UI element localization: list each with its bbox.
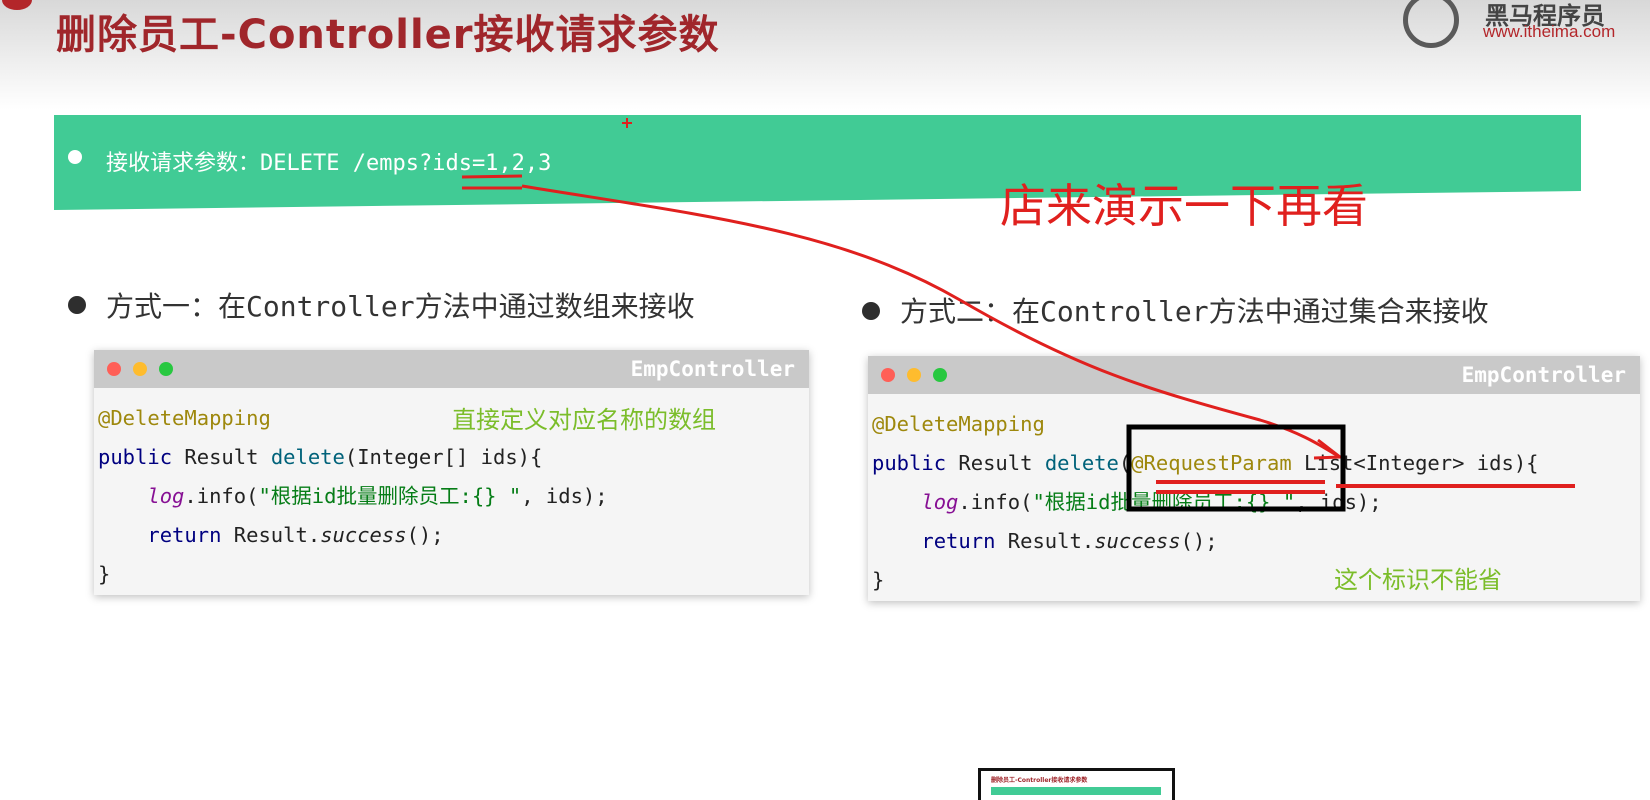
slide-thumbnail[interactable]: 删除员工-Controller接收请求参数 [978, 768, 1175, 800]
thumbnail-banner [991, 787, 1161, 795]
drawing-overlay [461, 118, 1575, 512]
cursor-plus-icon [622, 118, 632, 128]
ids-underline-1 [461, 174, 523, 179]
thumbnail-title: 删除员工-Controller接收请求参数 [991, 777, 1088, 784]
connector-arrow [521, 184, 1339, 458]
